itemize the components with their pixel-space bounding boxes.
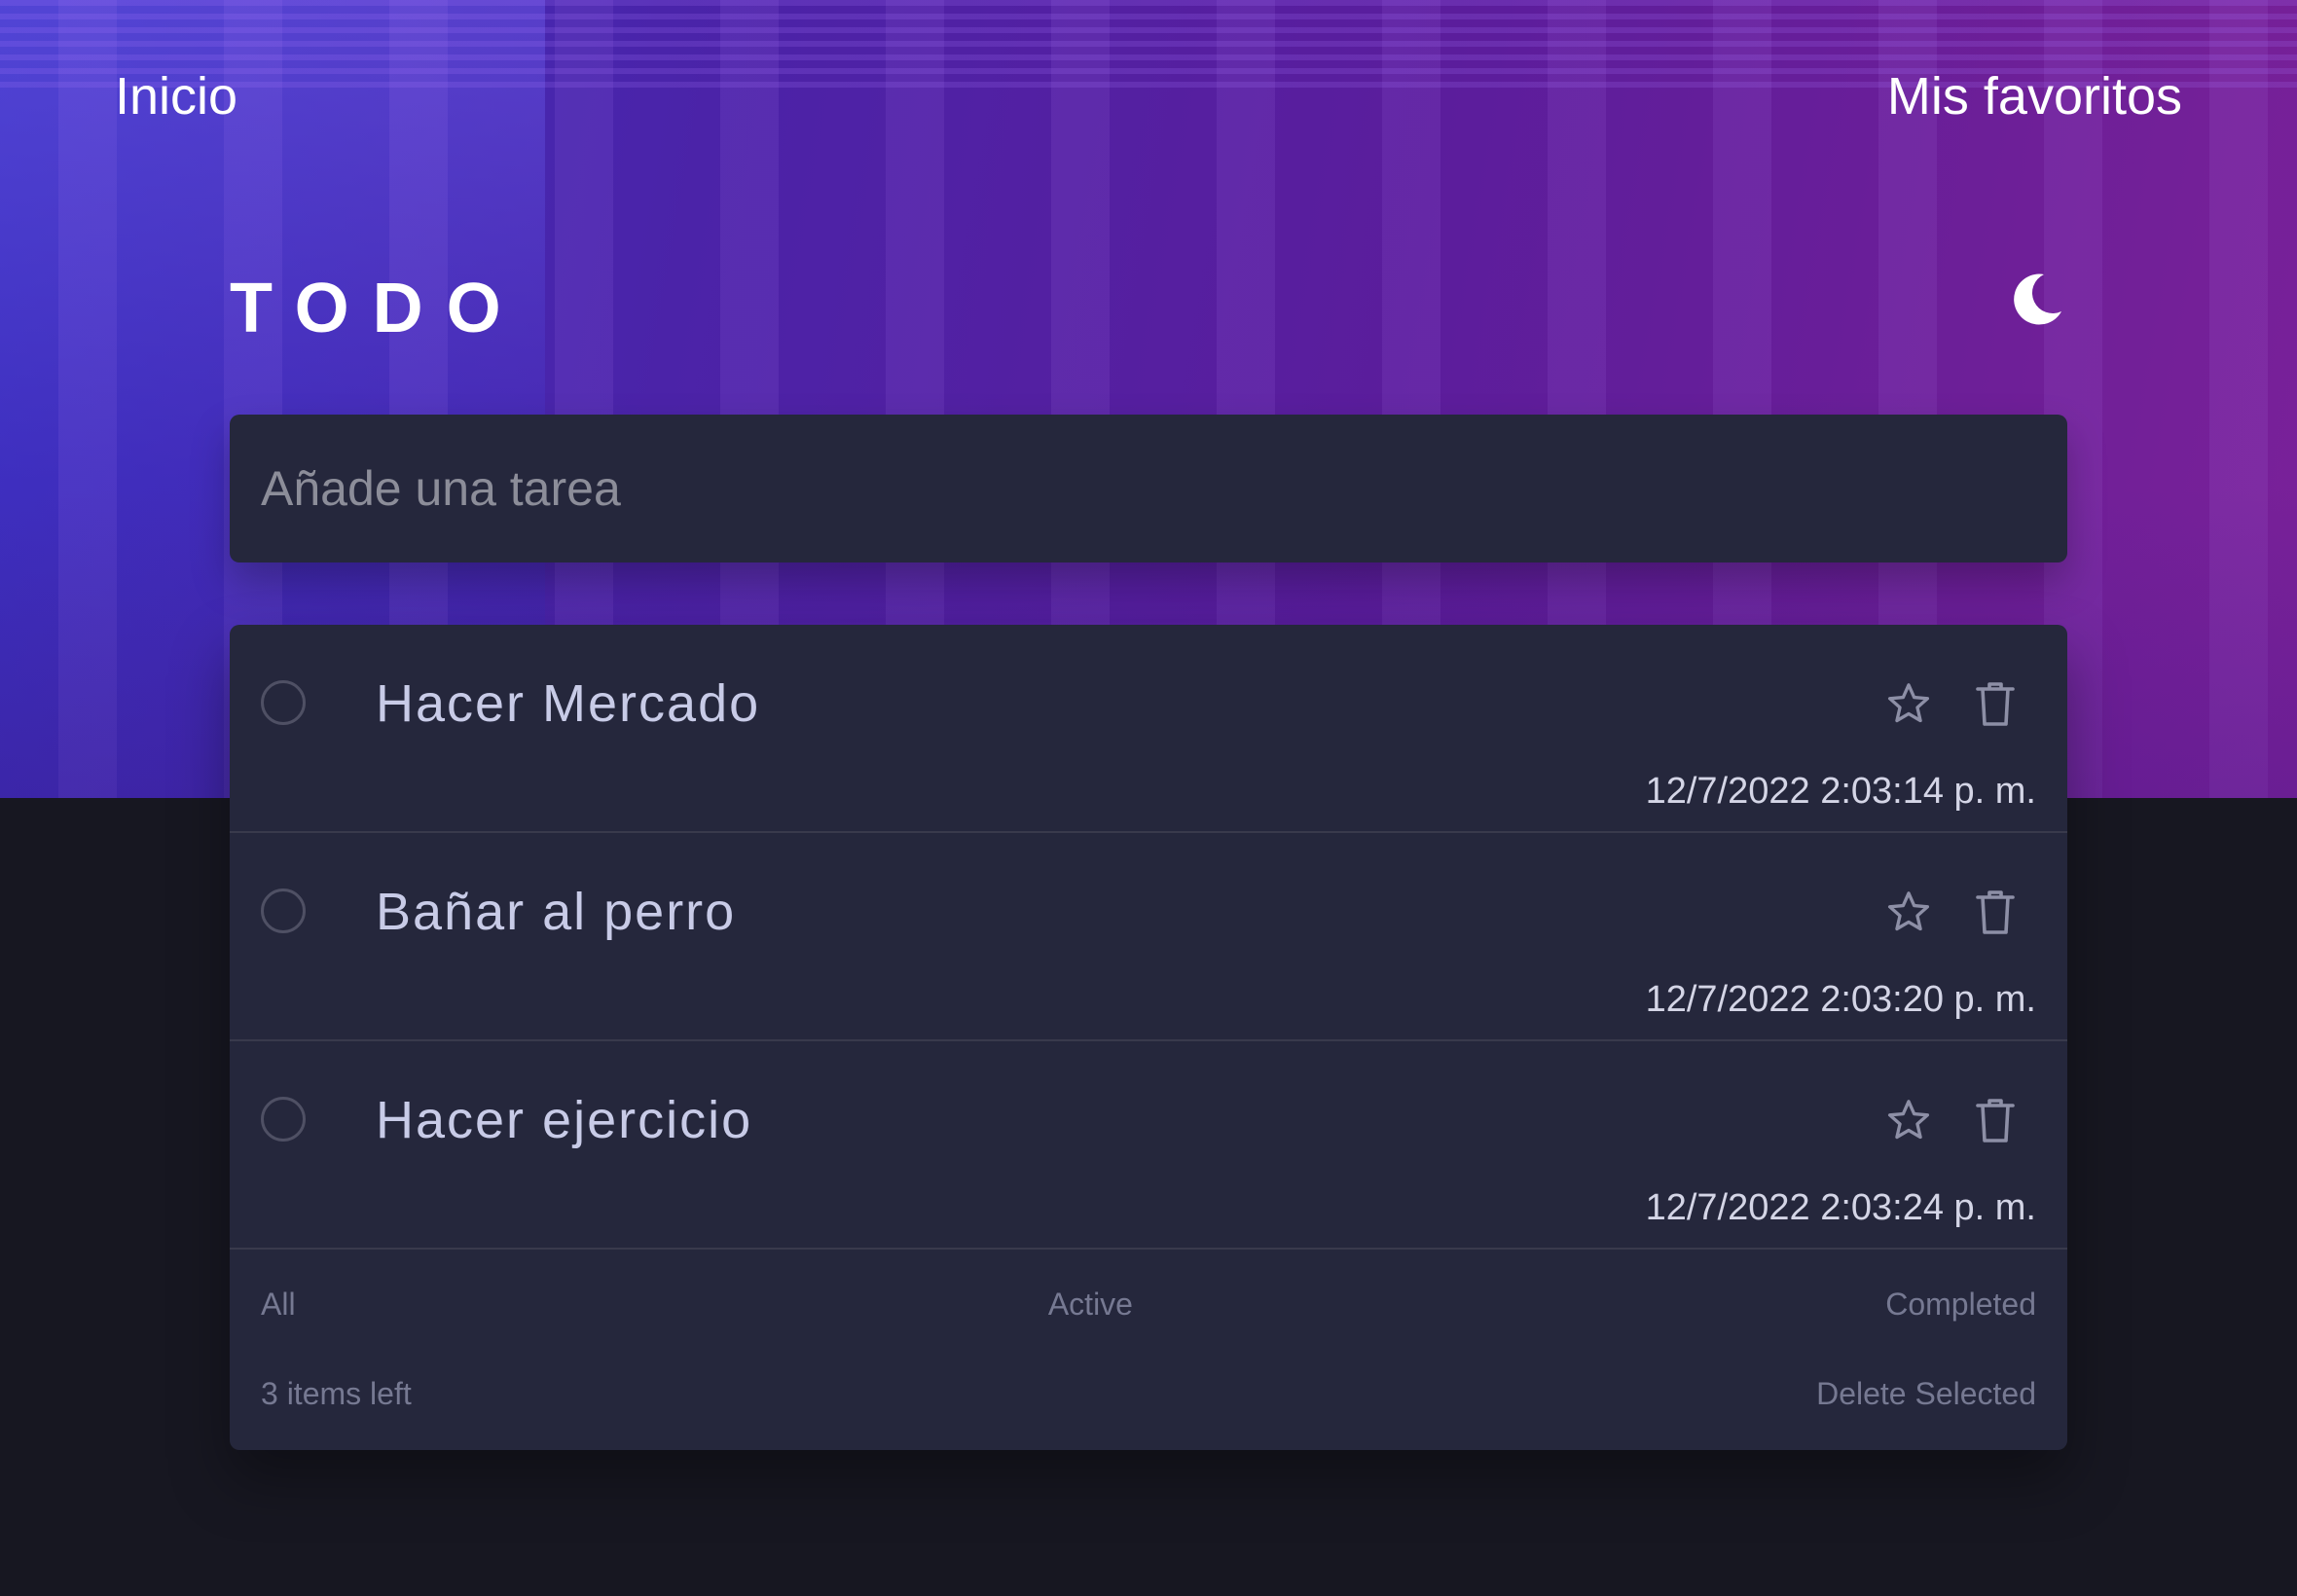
- complete-checkbox[interactable]: [261, 680, 306, 725]
- moon-icon: [2014, 273, 2061, 325]
- todo-item: Hacer ejercicio 12/7/2022 2:03:24 p. m.: [230, 1041, 2067, 1250]
- favorite-star-button[interactable]: [1884, 679, 1933, 728]
- star-icon: [1887, 683, 1930, 723]
- trash-icon: [1976, 682, 2015, 726]
- nav-home-link[interactable]: Inicio: [115, 66, 237, 127]
- todo-date: 12/7/2022 2:03:24 p. m.: [1645, 1187, 2036, 1228]
- delete-selected-button[interactable]: Delete Selected: [1816, 1376, 2036, 1412]
- star-icon: [1887, 891, 1930, 931]
- page: Inicio Mis favoritos TODO Hacer Mercado …: [0, 0, 2297, 1596]
- nav-favorites-link[interactable]: Mis favoritos: [1887, 66, 2182, 127]
- delete-button[interactable]: [1974, 888, 2017, 936]
- todo-text[interactable]: Hacer ejercicio: [376, 1090, 752, 1150]
- complete-checkbox[interactable]: [261, 889, 306, 933]
- favorite-star-button[interactable]: [1884, 1096, 1933, 1144]
- theme-toggle-button[interactable]: [2007, 269, 2067, 329]
- todo-item: Hacer Mercado 12/7/2022 2:03:14 p. m.: [230, 625, 2067, 833]
- items-left-count: 3 items left: [261, 1375, 412, 1411]
- trash-icon: [1976, 890, 2015, 934]
- todo-text[interactable]: Bañar al perro: [376, 882, 736, 942]
- page-title: TODO: [230, 270, 525, 347]
- todo-list: Hacer Mercado 12/7/2022 2:03:14 p. m. Ba…: [230, 625, 2067, 1450]
- new-task-input[interactable]: [230, 415, 2067, 562]
- star-icon: [1887, 1100, 1930, 1140]
- delete-button[interactable]: [1974, 679, 2017, 728]
- todo-item: Bañar al perro 12/7/2022 2:03:20 p. m.: [230, 833, 2067, 1041]
- list-footer: 3 items left Delete Selected: [230, 1359, 2067, 1429]
- filter-bar: All Active Completed: [230, 1250, 2067, 1359]
- favorite-star-button[interactable]: [1884, 888, 1933, 936]
- trash-icon: [1976, 1099, 2015, 1143]
- todo-date: 12/7/2022 2:03:20 p. m.: [1645, 979, 2036, 1020]
- complete-checkbox[interactable]: [261, 1097, 306, 1142]
- filter-all[interactable]: All: [261, 1287, 296, 1323]
- new-task-container: [230, 415, 2067, 562]
- filter-completed[interactable]: Completed: [1885, 1287, 2036, 1323]
- todo-date: 12/7/2022 2:03:14 p. m.: [1645, 771, 2036, 812]
- delete-button[interactable]: [1974, 1096, 2017, 1144]
- todo-text[interactable]: Hacer Mercado: [376, 673, 760, 734]
- filter-active[interactable]: Active: [1048, 1287, 1133, 1323]
